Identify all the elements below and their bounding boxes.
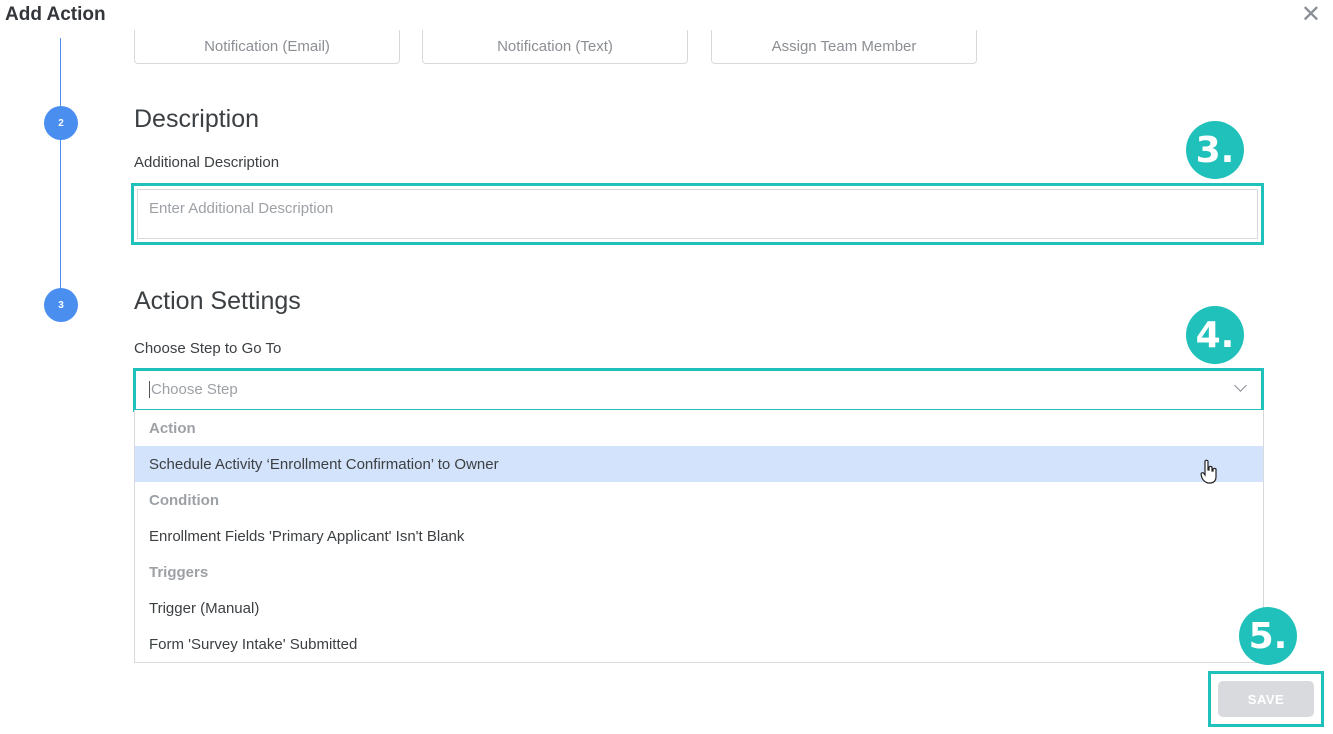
choose-step-label: Choose Step to Go To: [134, 340, 282, 357]
description-section-title: Description: [134, 105, 260, 133]
additional-description-label: Additional Description: [134, 154, 280, 171]
choose-step-select[interactable]: Choose Step: [133, 368, 1264, 412]
additional-description-input[interactable]: Enter Additional Description: [137, 189, 1258, 239]
save-highlight-frame: SAVE: [1208, 671, 1324, 727]
hand-cursor-icon: [1200, 459, 1218, 491]
dropdown-group-condition: Condition: [149, 491, 219, 509]
assign-team-member-button[interactable]: Assign Team Member: [711, 30, 977, 64]
dropdown-option-enrollment-fields[interactable]: Enrollment Fields 'Primary Applicant' Is…: [135, 518, 1263, 554]
dropdown-option-form-survey-intake[interactable]: Form 'Survey Intake' Submitted: [135, 626, 1263, 662]
description-highlight-frame: Enter Additional Description: [131, 183, 1264, 245]
step-dropdown-menu: Action Schedule Activity ‘Enrollment Con…: [134, 410, 1264, 663]
step-number-3: 3: [44, 288, 78, 322]
action-settings-section-title: Action Settings: [134, 287, 301, 315]
notification-email-button[interactable]: Notification (Email): [134, 30, 400, 64]
dropdown-group-action: Action: [149, 419, 196, 437]
step-number-2: 2: [44, 106, 78, 140]
description-placeholder: Enter Additional Description: [149, 200, 334, 217]
annotation-badge-5: 5.: [1239, 607, 1297, 665]
dropdown-option-schedule-activity[interactable]: Schedule Activity ‘Enrollment Confirmati…: [135, 446, 1263, 482]
dropdown-group-triggers: Triggers: [149, 563, 209, 581]
annotation-badge-4: 4.: [1186, 306, 1244, 364]
choose-step-placeholder: Choose Step: [149, 381, 238, 398]
save-button[interactable]: SAVE: [1218, 681, 1314, 717]
chevron-down-icon[interactable]: [1234, 379, 1247, 392]
step-connector-line: [60, 38, 61, 306]
dropdown-option-trigger-manual[interactable]: Trigger (Manual): [135, 590, 1263, 626]
notification-text-button[interactable]: Notification (Text): [422, 30, 688, 64]
close-icon[interactable]: ✕: [1301, 2, 1321, 28]
modal-title: Add Action: [5, 4, 106, 25]
annotation-badge-3: 3.: [1186, 121, 1244, 179]
